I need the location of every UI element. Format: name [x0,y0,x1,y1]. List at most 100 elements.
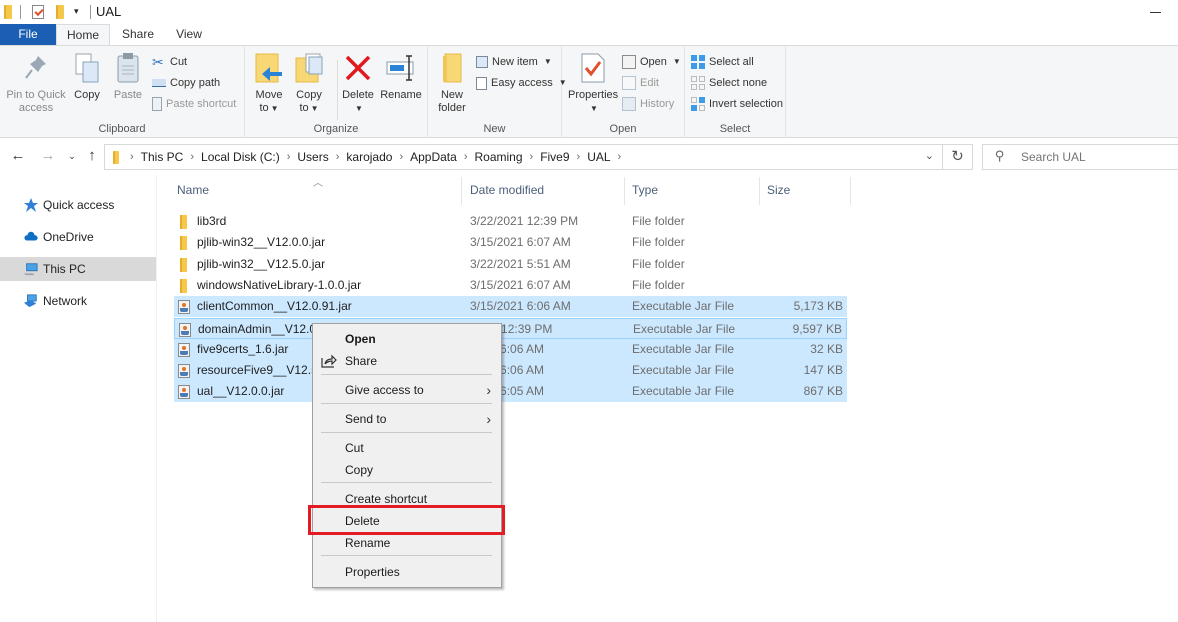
file-date: 3/22/2021 5:51 AM [470,256,571,271]
paste-shortcut-button[interactable]: Paste shortcut [152,94,236,114]
file-row[interactable]: domainAdmin__V12.0 2021 12:39 PM Executabl… [174,317,847,339]
rename-label: Rename [380,89,422,101]
context-menu-item-give-access-to[interactable]: Give access to › [313,379,501,401]
easy-access-button[interactable]: Easy access ▼ [476,73,567,93]
copy-button[interactable]: Copy [70,50,104,102]
breadcrumb-separator[interactable]: › [336,151,340,163]
context-menu-label: Share [345,354,378,368]
minimize-button[interactable] [1140,2,1170,22]
breadcrumb-separator[interactable]: › [190,151,194,163]
recent-locations-button[interactable]: ⌄ [63,151,81,162]
search-box[interactable]: ⚲ [982,144,1178,170]
column-divider[interactable] [759,177,760,205]
file-size: 867 KB [803,384,843,399]
paste-button[interactable]: Paste [110,50,146,102]
tab-home[interactable]: Home [56,24,110,46]
context-menu-item-cut[interactable]: Cut [313,437,501,459]
context-menu-item-open[interactable]: Open [313,328,501,350]
copy-icon [70,50,104,86]
sidebar-item-this-pc[interactable]: This PC [0,257,156,281]
column-divider[interactable] [624,177,625,205]
customize-dropdown-icon[interactable]: ▾ [74,6,79,17]
search-input[interactable] [1021,148,1171,166]
delete-highlight-annotation [308,505,505,535]
forward-button[interactable]: → [39,147,57,164]
file-row[interactable]: ual__V12.0.0.jar 2021 6:05 AM Executable J… [174,381,847,403]
breadcrumb-item[interactable]: This PC [141,150,184,164]
file-type: Executable Jar File [632,384,735,399]
file-row[interactable]: pjlib-win32__V12.0.0.jar 3/15/2021 6:07 A… [174,232,847,253]
edit-button[interactable]: Edit [622,73,659,93]
breadcrumb-separator[interactable]: › [530,151,534,163]
back-button[interactable]: ← [9,147,27,164]
breadcrumb-separator[interactable]: › [577,151,581,163]
breadcrumb-item[interactable]: AppData [410,150,457,164]
history-button[interactable]: History [622,94,674,114]
search-icon: ⚲ [995,148,1005,163]
invert-selection-icon [691,97,705,111]
address-dropdown-button[interactable]: ⌄ [925,149,934,162]
context-menu-item-properties[interactable]: Properties [313,561,501,583]
sidebar-item-quick-access[interactable]: Quick access [0,193,156,217]
open-button[interactable]: Open ▼ [622,52,681,72]
delete-dropdown-caret[interactable]: ▼ [343,102,375,115]
delete-button[interactable]: Delete ▼ [341,50,375,115]
breadcrumb-separator[interactable]: › [130,151,134,163]
select-none-button[interactable]: Select none [691,73,767,93]
refresh-button[interactable]: ↻ [943,144,973,170]
cloud-icon [24,231,38,241]
file-row[interactable]: pjlib-win32__V12.5.0.jar 3/22/2021 5:51 A… [174,254,847,275]
sidebar-item-network[interactable]: Network [0,289,156,313]
properties-icon[interactable] [32,5,44,19]
sort-ascending-icon: ︿ [313,178,323,189]
context-menu-item-copy[interactable]: Copy [313,459,501,481]
breadcrumb-item[interactable]: karojado [346,150,392,164]
breadcrumb-separator[interactable]: › [399,151,403,163]
breadcrumb-item[interactable]: Users [297,150,328,164]
invert-selection-button[interactable]: Invert selection [691,94,783,114]
tab-file[interactable]: File [0,24,56,46]
breadcrumb-separator[interactable]: › [618,151,622,163]
breadcrumb-item[interactable]: UAL [587,150,610,164]
column-header-name[interactable]: Name [177,183,209,197]
column-header-date-modified[interactable]: Date modified [470,183,544,197]
file-row[interactable]: lib3rd 3/22/2021 12:39 PM File folder [174,211,847,232]
breadcrumb-item[interactable]: Five9 [540,150,569,164]
file-row[interactable]: resourceFive9__V12.50 2021 6:06 AM Executa… [174,360,847,382]
file-row[interactable]: windowsNativeLibrary-1.0.0.jar 3/15/2021 … [174,275,847,296]
properties-dropdown-caret[interactable]: ▼ [570,102,618,115]
pin-to-quick-access-button[interactable]: Pin to Quick access [4,50,68,115]
breadcrumb-item[interactable]: Roaming [474,150,522,164]
breadcrumb-item[interactable]: Local Disk (C:) [201,150,280,164]
new-folder-button[interactable]: New folder [434,50,470,115]
column-divider[interactable] [461,177,462,205]
new-folder-label-2: folder [438,102,466,114]
copy-label: Copy [74,89,100,101]
new-folder-icon[interactable] [56,5,64,19]
copy-path-button[interactable]: Copy path [152,73,220,93]
sidebar-item-onedrive[interactable]: OneDrive [0,225,156,249]
move-to-button[interactable]: Move to ▼ [253,50,285,115]
new-item-button[interactable]: New item ▼ [476,52,552,72]
copy-to-button[interactable]: Copy to ▼ [293,50,325,115]
breadcrumb-separator[interactable]: › [464,151,468,163]
column-divider[interactable] [850,177,851,205]
select-all-button[interactable]: Select all [691,52,754,72]
cut-button[interactable]: ✂ Cut [152,52,187,72]
column-header-size[interactable]: Size [767,183,790,197]
column-header-type[interactable]: Type [632,183,658,197]
open-label: Open [640,56,667,68]
context-menu-item-share[interactable]: Share [313,350,501,372]
tab-view[interactable]: View [164,24,214,46]
file-row[interactable]: clientCommon__V12.0.91.jar 3/15/2021 6:06… [174,296,847,318]
file-row[interactable]: five9certs_1.6.jar 2021 6:06 AM Executable… [174,338,847,360]
up-button[interactable]: ↑ [83,147,101,164]
properties-button[interactable]: Properties ▼ [568,50,618,115]
context-menu-item-send-to[interactable]: Send to › [313,408,501,430]
tab-share[interactable]: Share [112,24,164,46]
context-menu-item-rename[interactable]: Rename [313,532,501,554]
address-bar[interactable]: › This PC › Local Disk (C:) › Users › karojado ›… [104,144,943,170]
breadcrumb-separator[interactable]: › [287,151,291,163]
rename-button[interactable]: Rename [379,50,423,102]
file-name: pjlib-win32__V12.0.0.jar [197,235,326,250]
